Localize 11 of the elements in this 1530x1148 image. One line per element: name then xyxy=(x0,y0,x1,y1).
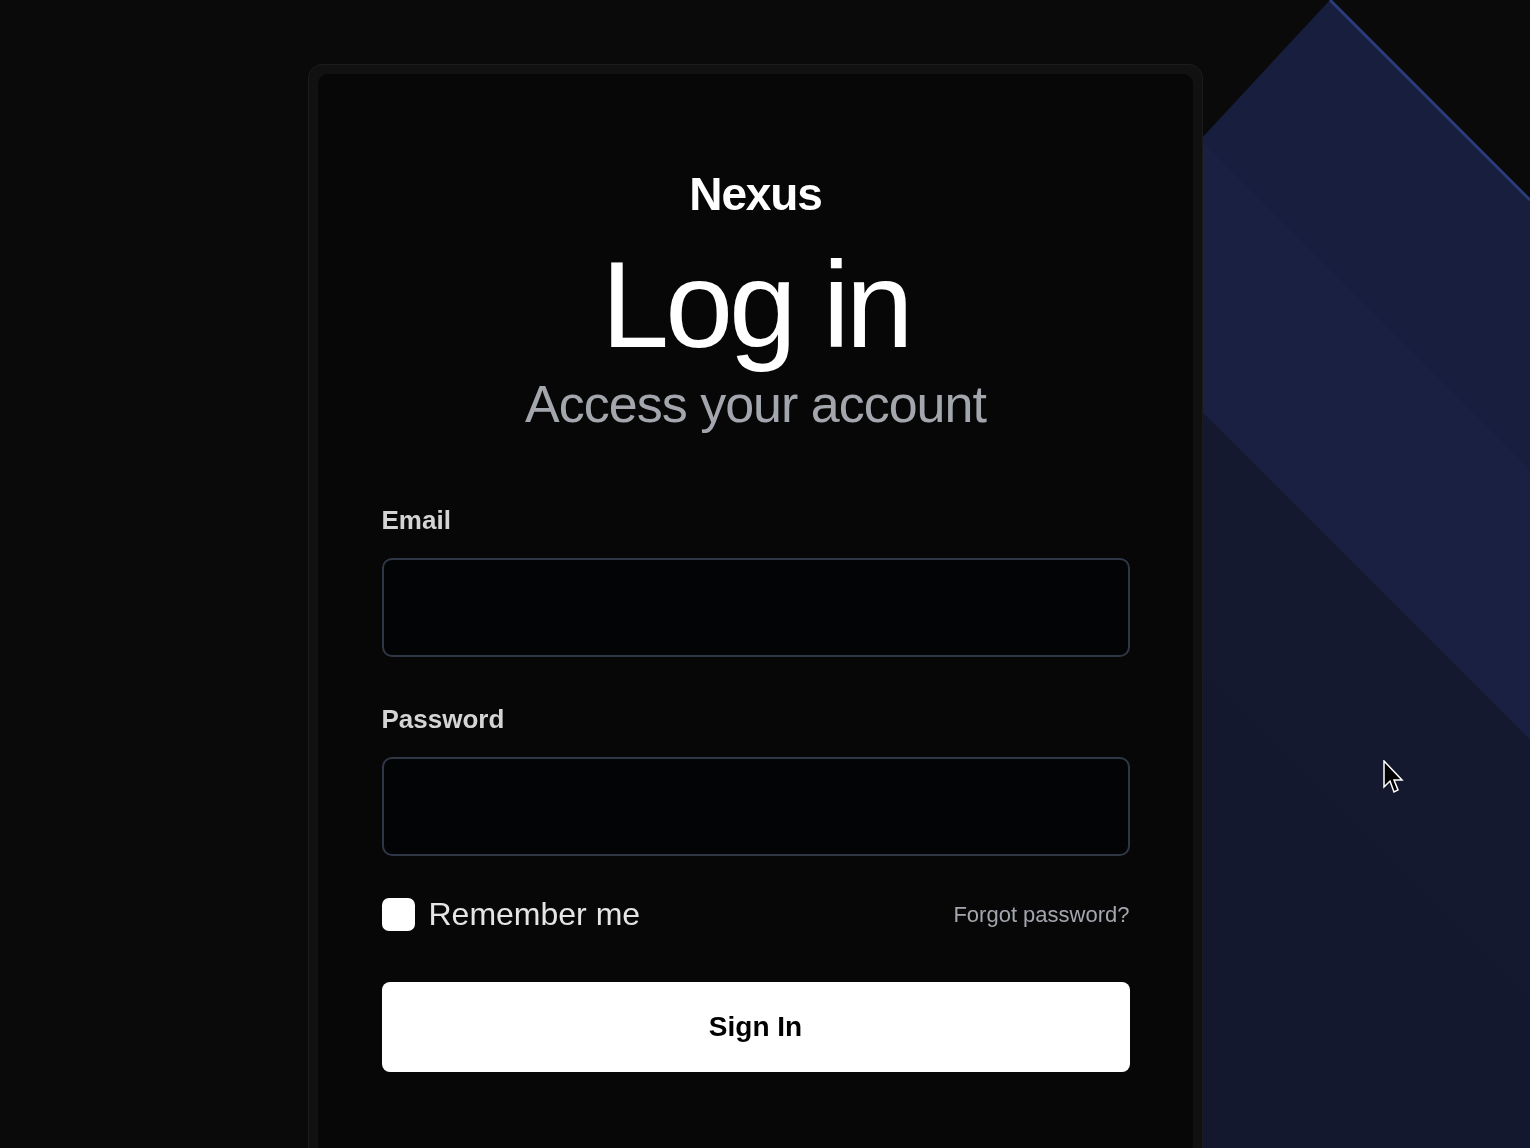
field-label: Email xyxy=(381,504,452,536)
input-field[interactable] xyxy=(381,558,1130,657)
brand-name: Nexus xyxy=(689,167,822,222)
forgot-password-link[interactable]: Forgot password? xyxy=(953,897,1130,931)
checkbox-label: Remember me xyxy=(428,895,641,934)
input-field[interactable] xyxy=(381,757,1130,856)
page-title: Log in xyxy=(601,240,910,370)
subtitle: Access your account xyxy=(525,374,986,434)
sign-in-button[interactable]: Sign In xyxy=(381,982,1130,1072)
field-label: Password xyxy=(381,703,506,735)
checkbox[interactable] xyxy=(381,897,415,931)
